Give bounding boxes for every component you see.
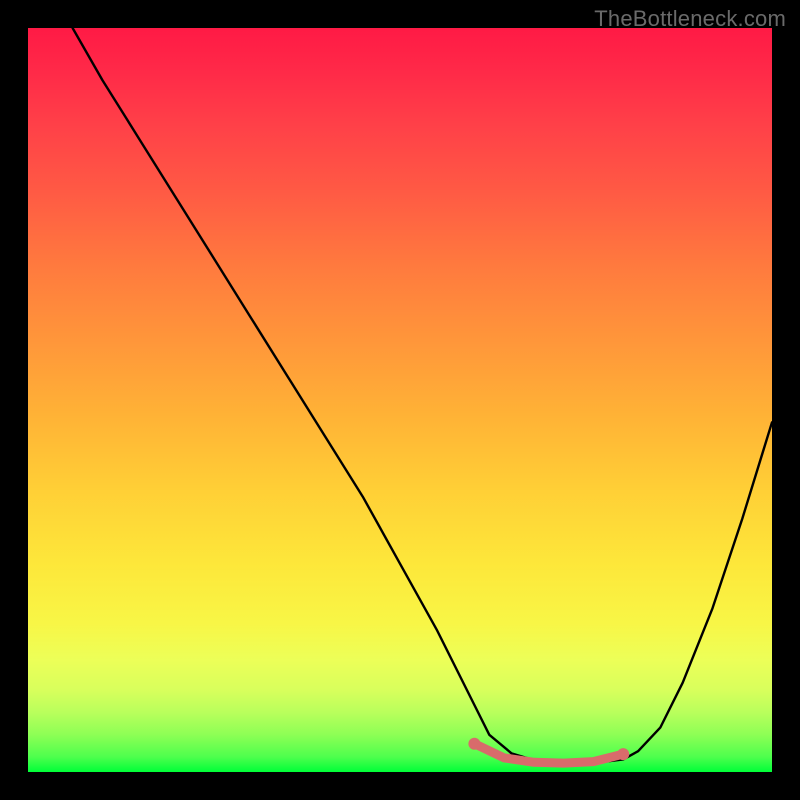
optimal-range-start-dot bbox=[468, 738, 480, 750]
optimal-range-segment bbox=[474, 744, 623, 763]
plot-area bbox=[28, 28, 772, 772]
optimal-range-end-dot bbox=[617, 748, 629, 760]
chart-frame: TheBottleneck.com bbox=[0, 0, 800, 800]
bottleneck-curve bbox=[73, 28, 772, 763]
watermark: TheBottleneck.com bbox=[594, 6, 786, 32]
chart-svg bbox=[28, 28, 772, 772]
